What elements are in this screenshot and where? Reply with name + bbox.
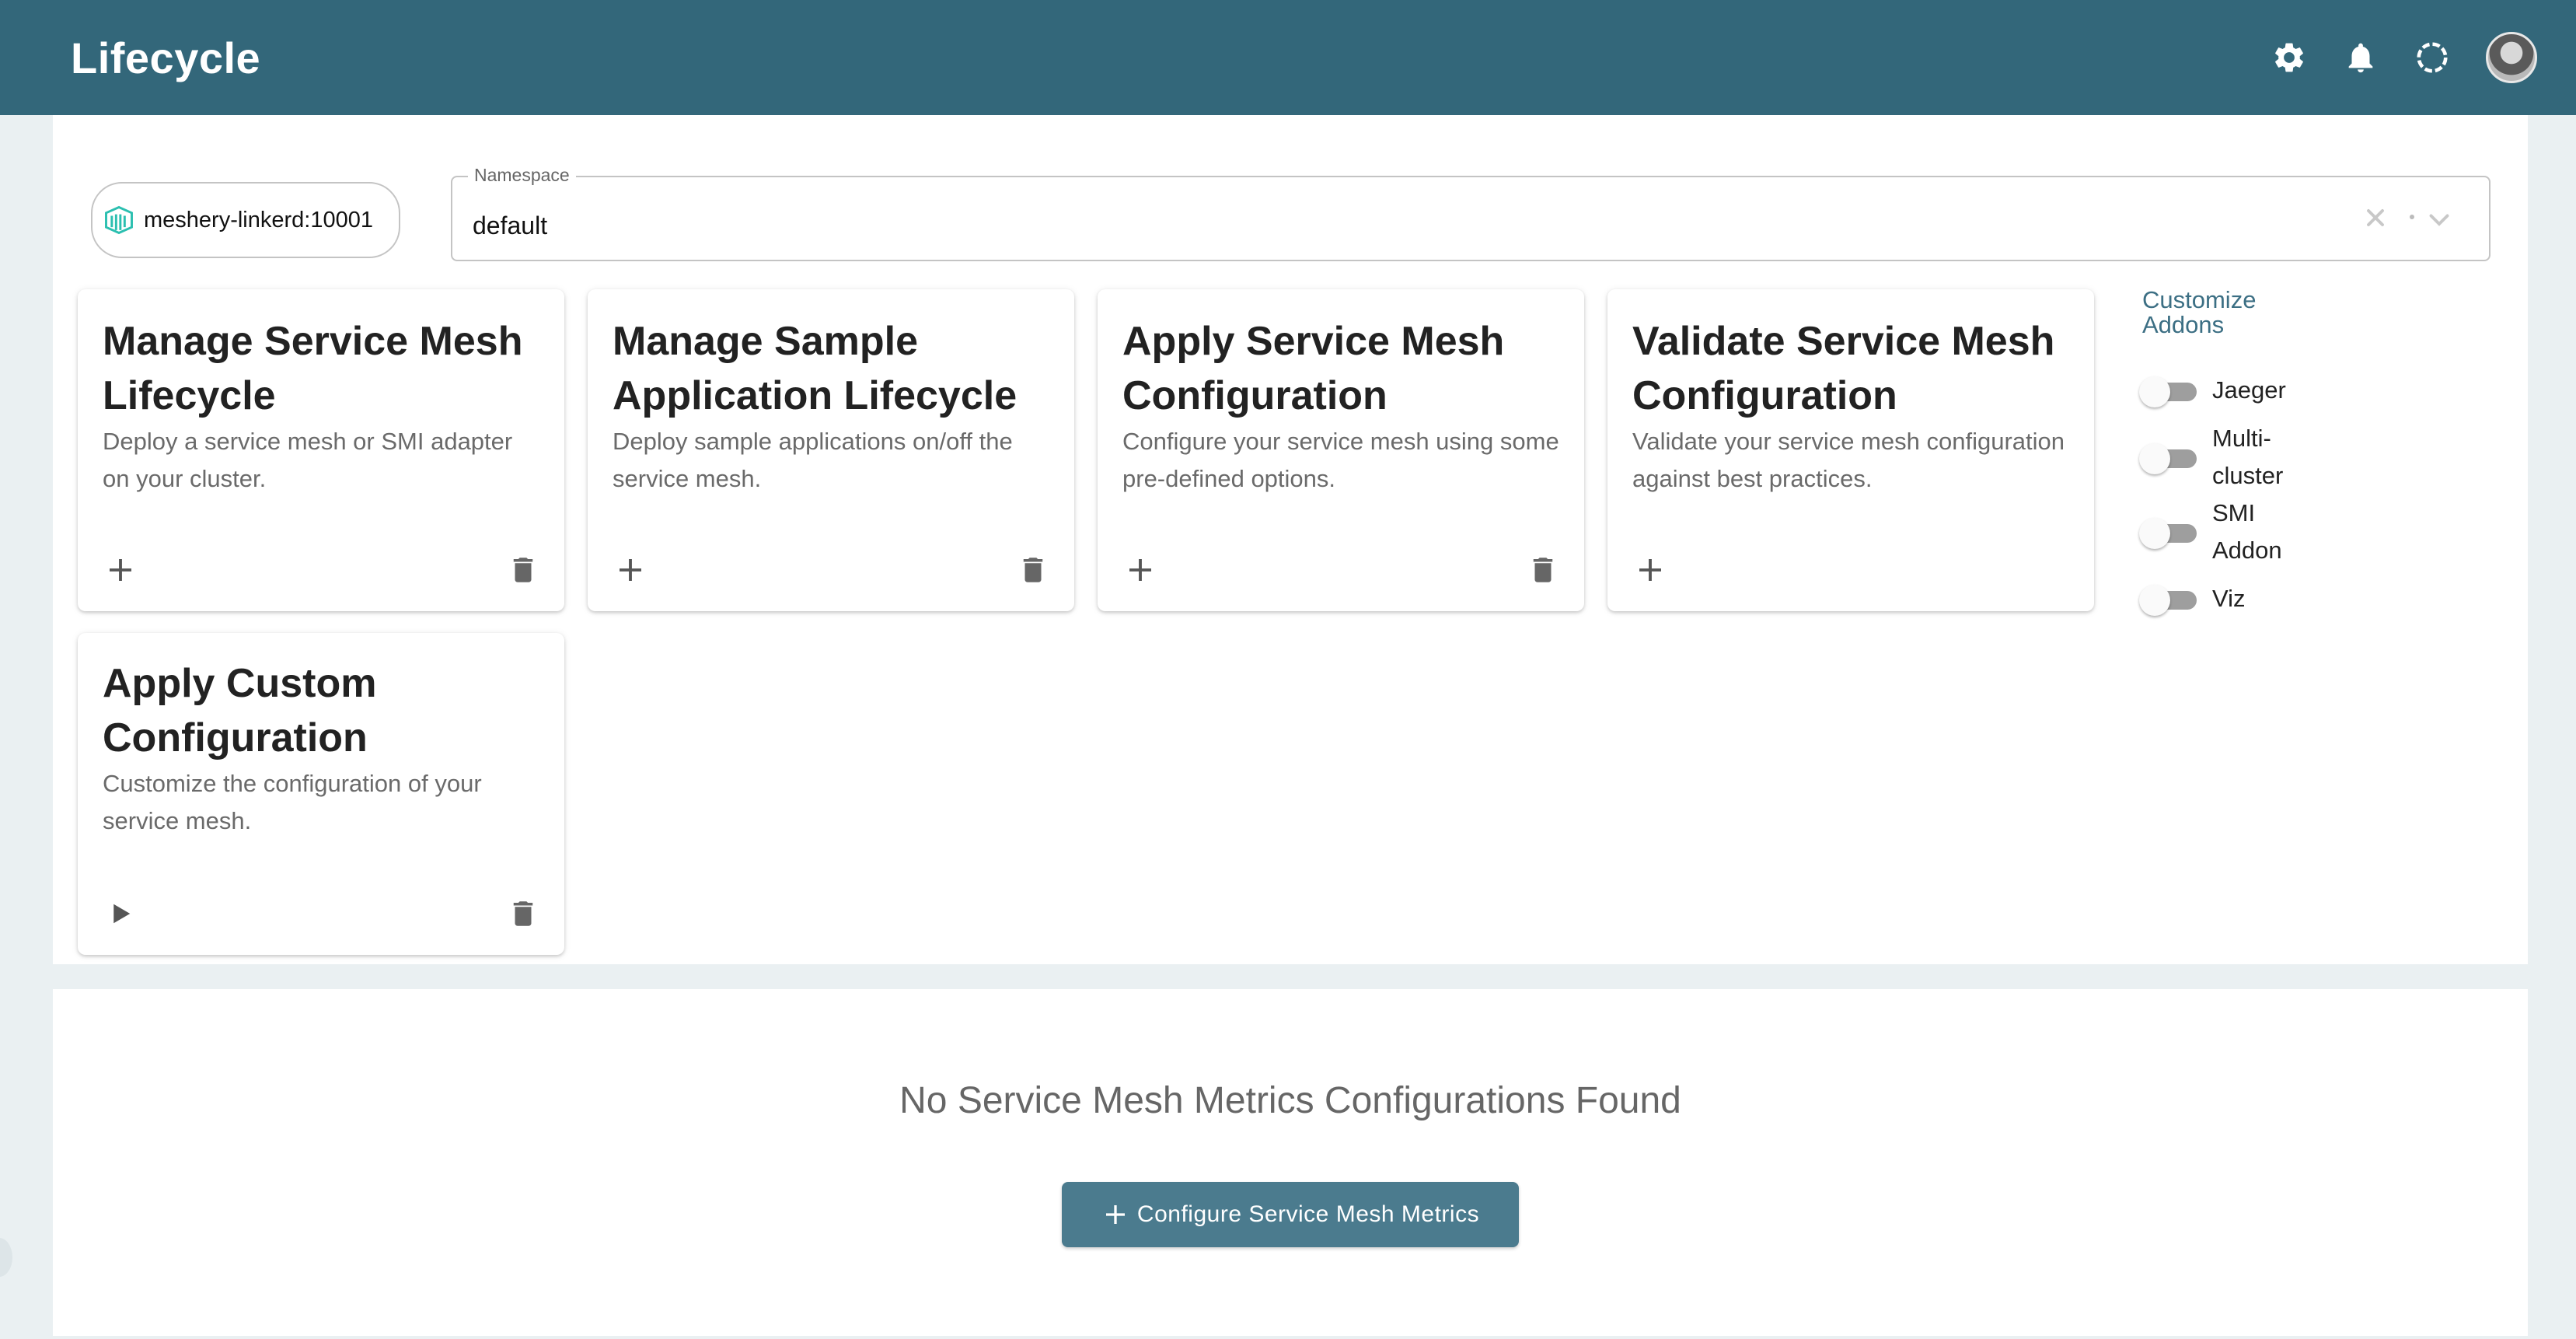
metrics-empty-message: No Service Mesh Metrics Configurations F… xyxy=(899,1080,1681,1121)
plus-icon xyxy=(1105,1205,1125,1224)
delete-button[interactable] xyxy=(505,896,541,932)
card-description: Customize the configuration of your serv… xyxy=(103,770,482,834)
card-apply-custom-configuration: Apply Custom Configuration Customize the… xyxy=(78,633,564,955)
addon-toggle[interactable] xyxy=(2139,373,2197,407)
clear-icon[interactable] xyxy=(2361,204,2389,232)
card-description: Validate your service mesh configuration… xyxy=(1632,428,2065,492)
addon-toggle[interactable] xyxy=(2139,582,2197,616)
adapter-chip-label: meshery-linkerd:10001 xyxy=(144,207,373,232)
addon-label: SMI Addon xyxy=(2212,499,2282,564)
separator-dot xyxy=(2410,215,2414,219)
plus-icon xyxy=(110,559,131,581)
header-actions xyxy=(2271,32,2537,83)
trash-icon xyxy=(1533,558,1553,582)
linkerd-logo-icon xyxy=(105,205,133,235)
namespace-label: Namespace xyxy=(468,165,576,186)
chevron-down-icon[interactable] xyxy=(2425,205,2453,233)
card-title: Apply Custom Configuration xyxy=(103,661,377,760)
run-button[interactable] xyxy=(103,896,138,932)
addon-smi: SMI Addon xyxy=(2139,495,2305,569)
configure-metrics-button[interactable]: Configure Service Mesh Metrics xyxy=(1062,1182,1519,1247)
app-header: Lifecycle xyxy=(0,0,2576,115)
configure-metrics-label: Configure Service Mesh Metrics xyxy=(1136,1201,1480,1227)
gear-icon[interactable] xyxy=(2271,40,2307,75)
addon-jaeger: Jaeger xyxy=(2139,372,2305,409)
add-button[interactable] xyxy=(1122,552,1158,588)
card-description: Deploy sample applications on/off the se… xyxy=(613,428,1013,492)
loading-spinner-icon xyxy=(2414,40,2450,75)
card-apply-service-mesh-configuration: Apply Service Mesh Configuration Configu… xyxy=(1098,289,1584,611)
addon-label: Viz xyxy=(2212,585,2246,612)
delete-button[interactable] xyxy=(1015,552,1051,588)
customize-addons-title: Customize Addons xyxy=(2142,286,2257,338)
addon-viz: Viz xyxy=(2139,580,2305,617)
card-manage-sample-application-lifecycle: Manage Sample Application Lifecycle Depl… xyxy=(588,289,1074,611)
trash-icon xyxy=(1023,558,1043,582)
namespace-select[interactable]: Namespace default xyxy=(451,165,2490,261)
plus-icon xyxy=(1129,559,1151,581)
trash-icon xyxy=(513,901,533,926)
addon-toggle[interactable] xyxy=(2139,515,2197,549)
card-title: Apply Service Mesh Configuration xyxy=(1122,319,1505,418)
plus-icon xyxy=(620,559,641,581)
metrics-panel xyxy=(53,989,2528,1336)
addon-toggle[interactable] xyxy=(2139,440,2197,474)
drawer-handle[interactable] xyxy=(0,1238,12,1277)
play-icon xyxy=(113,904,131,924)
adapter-chip[interactable]: meshery-linkerd:10001 xyxy=(91,182,400,258)
delete-button[interactable] xyxy=(505,552,541,588)
addon-label: Multi-cluster xyxy=(2212,425,2284,489)
namespace-value: default xyxy=(473,212,548,239)
avatar[interactable] xyxy=(2486,32,2537,83)
plus-icon xyxy=(1639,559,1661,581)
card-title: Manage Service Mesh Lifecycle xyxy=(103,319,523,418)
addon-multi-cluster: Multi-cluster xyxy=(2139,420,2305,495)
card-description: Configure your service mesh using some p… xyxy=(1122,428,1559,492)
card-manage-service-mesh-lifecycle: Manage Service Mesh Lifecycle Deploy a s… xyxy=(78,289,564,611)
card-title: Validate Service Mesh Configuration xyxy=(1632,319,2055,418)
addon-label: Jaeger xyxy=(2212,376,2286,404)
add-button[interactable] xyxy=(613,552,648,588)
bell-icon[interactable] xyxy=(2343,40,2379,75)
add-button[interactable] xyxy=(103,552,138,588)
card-validate-service-mesh-configuration: Validate Service Mesh Configuration Vali… xyxy=(1607,289,2094,611)
trash-icon xyxy=(513,558,533,582)
add-button[interactable] xyxy=(1632,552,1668,588)
card-title: Manage Sample Application Lifecycle xyxy=(613,319,1017,418)
card-description: Deploy a service mesh or SMI adapter on … xyxy=(103,428,513,492)
delete-button[interactable] xyxy=(1525,552,1561,588)
page-title: Lifecycle xyxy=(71,33,261,82)
